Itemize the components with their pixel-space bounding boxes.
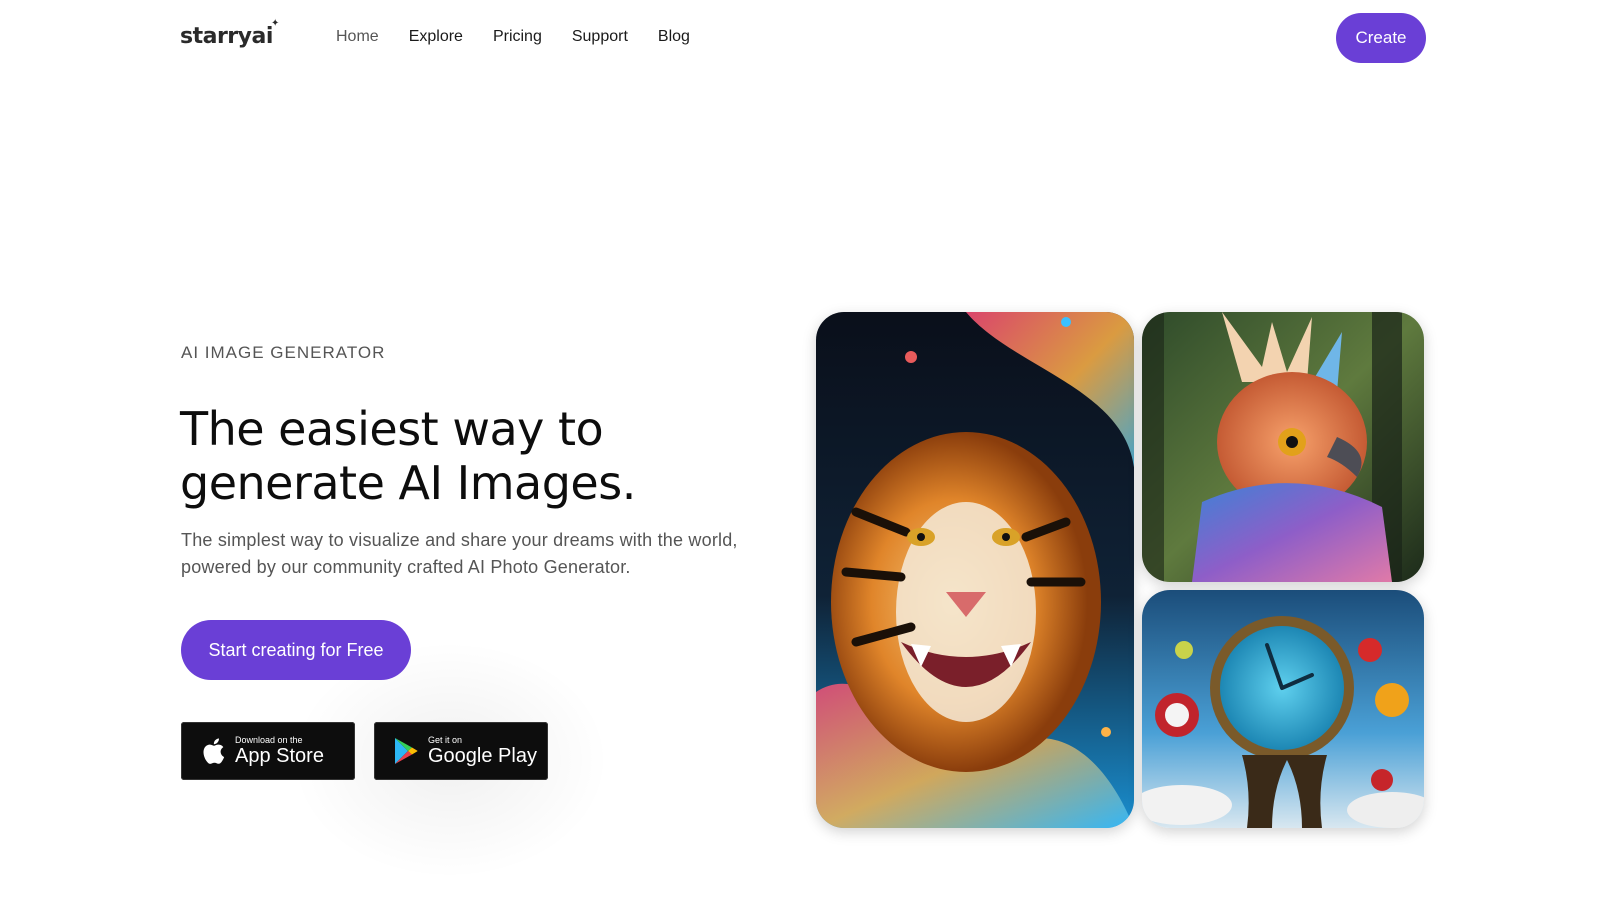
nav-link-explore[interactable]: Explore <box>409 28 463 46</box>
app-store-button[interactable]: Download on the App Store <box>181 722 355 780</box>
headline-line-1: The easiest way to <box>180 402 604 456</box>
logo[interactable]: starryai ✦ <box>180 18 279 49</box>
bird-image <box>1142 312 1424 582</box>
create-button[interactable]: Create <box>1336 13 1426 63</box>
headline-line-2: generate AI Images. <box>180 456 636 510</box>
apple-icon <box>193 737 233 765</box>
tiger-image <box>816 312 1134 828</box>
top-nav: starryai ✦ Home Explore Pricing Support B… <box>0 0 1600 76</box>
sparkle-icon: ✦ <box>271 18 279 29</box>
nav-link-home[interactable]: Home <box>336 28 379 46</box>
nav-link-pricing[interactable]: Pricing <box>493 28 542 46</box>
google-play-label: Google Play <box>428 745 537 767</box>
hero-eyebrow: AI IMAGE GENERATOR <box>181 343 386 362</box>
clock-image <box>1142 590 1424 828</box>
google-play-icon <box>386 737 426 765</box>
nav-links: Home Explore Pricing Support Blog <box>336 28 720 46</box>
hero-headline: The easiest way to generate AI Images. <box>180 402 740 510</box>
app-store-small-label: Download on the <box>235 735 303 745</box>
nav-link-support[interactable]: Support <box>572 28 628 46</box>
nav-link-blog[interactable]: Blog <box>658 28 690 46</box>
google-play-button[interactable]: Get it on Google Play <box>374 722 548 780</box>
hero-subtext: The simplest way to visualize and share … <box>181 530 738 577</box>
start-creating-button[interactable]: Start creating for Free <box>181 620 411 680</box>
app-store-label: App Store <box>235 745 324 767</box>
google-play-small-label: Get it on <box>428 735 463 745</box>
